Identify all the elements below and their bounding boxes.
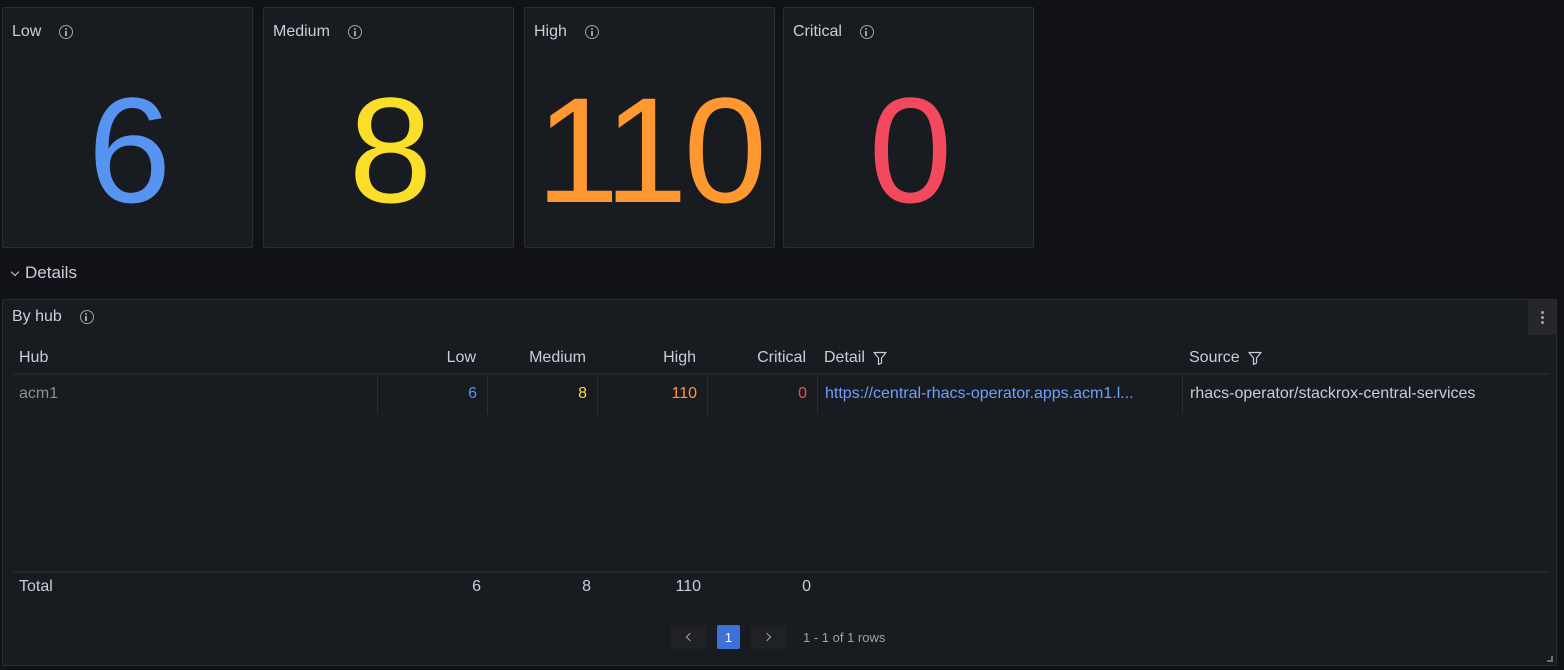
info-icon[interactable] [859,25,874,39]
cell-critical: 0 [707,376,817,414]
panel-title: Medium [273,23,330,40]
column-header-hub[interactable]: Hub [19,349,48,367]
row-title: Details [25,263,77,282]
footer-label: Total [19,578,53,595]
stat-value: 110 [535,66,767,234]
filter-icon[interactable] [873,351,887,365]
next-page-button[interactable] [751,625,786,649]
column-header-label: Source [1189,349,1240,366]
column-header-high[interactable]: High [597,349,696,367]
panel-title: High [534,23,567,40]
footer-low: 6 [472,578,481,595]
dot [1540,321,1544,324]
stat-value: 6 [87,66,171,234]
page-button[interactable]: 1 [717,625,740,649]
info-icon[interactable] [584,25,599,39]
column-header-detail[interactable]: Detail [824,349,887,367]
column-header-label: Detail [824,349,865,366]
stat-value: 0 [868,66,952,234]
info-icon[interactable] [59,25,74,39]
info-icon[interactable] [347,25,362,39]
cell-high: 110 [597,376,707,414]
panel-title: Low [12,23,42,40]
column-header-critical[interactable]: Critical [707,349,806,367]
chevron-left-icon [685,632,695,642]
table-footer: Total 6 8 110 0 [13,571,1548,603]
column-header-source[interactable]: Source [1189,349,1262,367]
stat-panel-critical: Critical 0 [783,7,1034,248]
dot [1540,316,1544,319]
footer-critical: 0 [802,578,811,595]
detail-link[interactable]: https://central-rhacs-operator.apps.acm1… [817,376,1182,414]
footer-high: 110 [675,578,701,595]
by-hub-panel: By hub Hub Low Medium High Critical Deta… [2,299,1557,666]
column-header-medium[interactable]: Medium [487,349,586,367]
pagination: 1 1 - 1 of 1 rows [671,625,885,649]
panel-menu-button[interactable] [1528,300,1556,335]
details-row-toggle[interactable]: Details [10,263,77,283]
prev-page-button[interactable] [671,625,706,649]
panel-title: By hub [12,308,62,325]
dot [1540,311,1544,314]
cell-hub: acm1 [19,385,59,402]
stat-panel-medium: Medium 8 [263,7,514,248]
column-header-low[interactable]: Low [377,349,476,367]
pagination-summary: 1 - 1 of 1 rows [803,629,886,645]
footer-medium: 8 [582,578,591,595]
stat-panel-low: Low 6 [2,7,253,248]
table-header: Hub Low Medium High Critical Detail Sour… [13,345,1548,375]
stat-panel-high: High 110 [524,7,775,248]
panel-title: Critical [793,23,842,40]
cell-source: rhacs-operator/stackrox-central-services [1182,376,1548,414]
chevron-down-icon [10,267,20,276]
filter-icon[interactable] [1248,351,1262,365]
info-icon[interactable] [79,310,94,324]
table-row: acm1 6 8 110 0 https://central-rhacs-ope… [13,376,1548,414]
cell-medium: 8 [487,376,597,414]
chevron-right-icon [762,632,772,642]
resize-handle[interactable] [1547,656,1553,662]
stat-value: 8 [348,66,432,234]
cell-low: 6 [377,376,487,414]
